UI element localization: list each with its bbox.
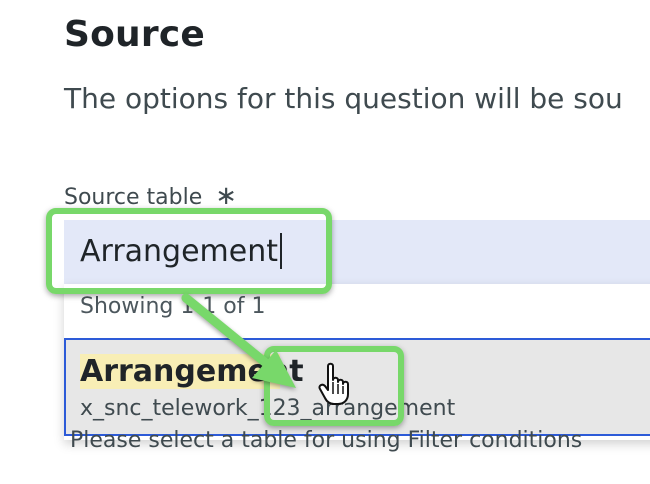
results-count: Showing 1-1 of 1: [80, 294, 266, 319]
source-config-page: Source The options for this question wil…: [0, 0, 650, 484]
source-table-input[interactable]: Arrangement: [64, 220, 650, 284]
source-table-label-text: Source table: [64, 185, 203, 210]
section-description: The options for this question will be so…: [64, 82, 623, 115]
option-sublabel: x_snc_telework_123_arrangement: [80, 396, 456, 421]
source-table-input-value: Arrangement: [80, 234, 279, 269]
text-caret: [280, 232, 283, 269]
option-label: Arrangement: [80, 354, 304, 389]
hand-pointer-icon: [318, 362, 349, 405]
required-asterisk-icon: ∗: [215, 181, 238, 211]
source-table-dropdown: Showing 1-1 of 1 Arrangement x_snc_telew…: [64, 284, 650, 440]
section-title: Source: [64, 14, 205, 55]
help-text: Please select a table for using Filter c…: [70, 428, 583, 453]
source-table-label: Source table ∗: [64, 183, 237, 210]
dropdown-option-arrangement[interactable]: Arrangement x_snc_telework_123_arrangeme…: [64, 338, 650, 436]
